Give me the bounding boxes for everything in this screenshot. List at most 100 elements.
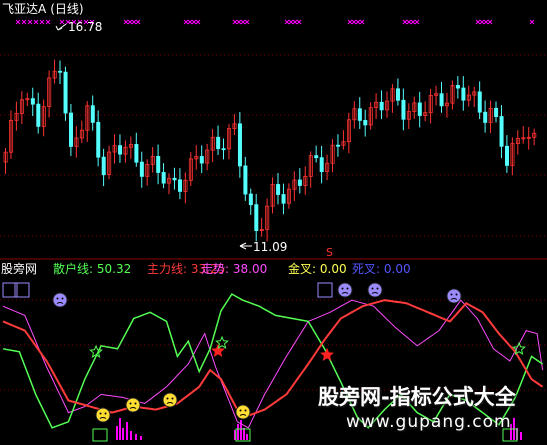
candle-body: [237, 123, 242, 167]
candle-body: [36, 103, 41, 127]
indicator-bar: [130, 431, 132, 440]
signal-marker: [27, 19, 33, 25]
candle-body: [216, 136, 221, 150]
signal-marker: [351, 19, 357, 25]
surprised-face-icon-eye: [171, 397, 174, 400]
candle-body: [477, 91, 482, 113]
surprised-face-icon-eye: [166, 397, 169, 400]
signal-marker: [296, 19, 302, 25]
candle-body: [156, 156, 161, 173]
signal-marker: [288, 19, 294, 25]
high-price-label: 16.78: [68, 20, 102, 34]
signal-marker: [21, 19, 27, 25]
sad-face-icon: [337, 282, 353, 298]
candle-body: [297, 179, 302, 186]
legend-trend-line: 走势: 38.00: [201, 262, 268, 276]
indicator-bar: [520, 432, 522, 440]
candle-body: [63, 71, 68, 114]
watermark-title: 股旁网-指标公式大全: [318, 385, 516, 409]
legend-golden-cross: 金叉: 0.00: [288, 262, 347, 276]
signal-marker: [284, 19, 290, 25]
indicator-title: 股旁网: [1, 262, 38, 276]
candle-body: [494, 107, 499, 117]
candle-body: [58, 70, 63, 73]
candle-body: [395, 88, 400, 101]
surprised-face-icon-eye: [104, 412, 107, 415]
candle-body: [455, 85, 460, 89]
indicator-bar: [122, 428, 124, 440]
signal-box-icon: [317, 282, 333, 298]
indicator-bar: [237, 424, 239, 440]
signal-marker: [191, 19, 197, 25]
sad-face-icon-eye: [450, 293, 453, 296]
signal-marker: [33, 19, 39, 25]
stock-name: 飞亚达A: [2, 2, 47, 16]
signal-marker: [402, 19, 408, 25]
surprised-face-icon-eye: [99, 412, 102, 415]
sell-star-icon: [320, 347, 334, 361]
surprised-face-icon: [125, 397, 141, 413]
candle-body: [363, 120, 368, 126]
signal-marker: [135, 19, 141, 25]
signal-marker: [414, 19, 420, 25]
candle-body: [172, 177, 177, 181]
low-price-label: 11.09: [253, 240, 287, 254]
candle-body: [161, 172, 166, 184]
surprised-face-icon-eye: [239, 409, 242, 412]
signal-marker: [127, 19, 133, 25]
signal-marker: [483, 19, 489, 25]
signal-marker: [183, 19, 189, 25]
legend-retail-line: 散户线: 50.32: [53, 262, 132, 276]
signal-marker: [244, 19, 250, 25]
signal-marker: [131, 19, 137, 25]
candle-body: [243, 165, 248, 195]
signal-marker: [487, 19, 493, 25]
sad-face-icon: [52, 292, 68, 308]
sad-face-icon-eye: [346, 287, 349, 290]
candle-body: [357, 108, 362, 121]
indicator-bar: [116, 426, 118, 440]
candle-body: [90, 105, 95, 123]
candle-body: [221, 148, 226, 151]
sad-face-icon-eye: [455, 293, 458, 296]
indicator-bar: [243, 428, 245, 440]
candle-body: [134, 144, 139, 163]
signal-marker: [410, 19, 416, 25]
candle-body: [504, 145, 509, 166]
signal-marker: [359, 19, 365, 25]
sad-face-icon-eye: [56, 297, 59, 300]
candle-body: [199, 156, 204, 164]
signal-marker: [236, 19, 242, 25]
signal-marker: [347, 19, 353, 25]
candle-body: [379, 101, 384, 111]
candle-body: [139, 161, 144, 177]
surprised-face-icon: [235, 404, 251, 420]
candle-body: [461, 87, 466, 101]
surprised-face-icon: [162, 392, 178, 408]
surprised-face-icon-eye: [134, 402, 137, 405]
candle-body: [248, 193, 253, 206]
signal-marker: [355, 19, 361, 25]
candle-body: [401, 99, 406, 120]
candle-body: [30, 98, 35, 105]
sell-star-icon: [211, 343, 225, 357]
signal-marker: [123, 19, 129, 25]
candle-body: [439, 93, 444, 107]
sell-signal-label: S: [326, 246, 333, 259]
sad-face-icon-eye: [341, 287, 344, 290]
candle-body: [319, 157, 324, 173]
candle-body: [336, 144, 341, 147]
signal-marker: [406, 19, 412, 25]
stock-title: 飞亚达A (日线): [2, 2, 84, 16]
high-arrow: [55, 23, 67, 31]
indicator-bar: [140, 436, 142, 440]
candle-body: [254, 204, 259, 231]
sad-face-icon: [446, 288, 462, 304]
price-gridlines: [0, 54, 547, 237]
chart-period: (日线): [50, 2, 84, 16]
watermark-url: www.gupang.com: [346, 412, 512, 432]
surprised-face-icon-eye: [244, 409, 247, 412]
candle-body: [118, 145, 123, 155]
signal-marker: [59, 19, 65, 25]
signal-marker: [479, 19, 485, 25]
